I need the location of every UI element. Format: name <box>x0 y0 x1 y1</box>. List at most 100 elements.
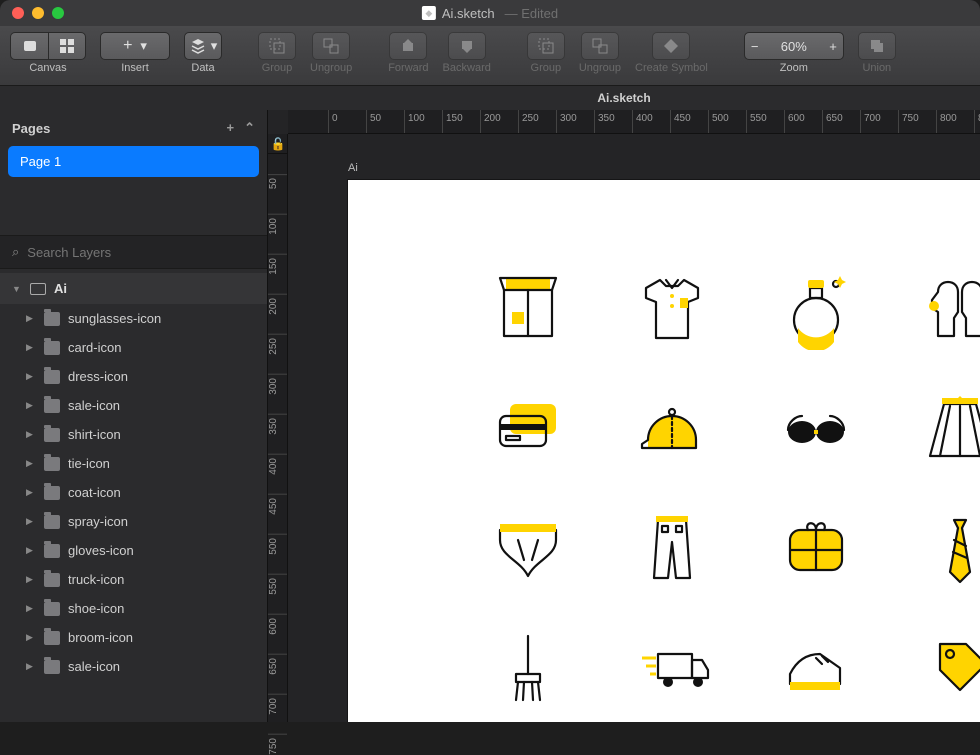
ruler-tick: 450 <box>670 110 691 133</box>
box-icon[interactable] <box>468 270 588 350</box>
disclosure-triangle-icon[interactable]: ▶ <box>26 487 36 498</box>
ungroup-button[interactable] <box>312 32 350 60</box>
ungroup-button-2[interactable] <box>581 32 619 60</box>
layer-item-label: shoe-icon <box>68 601 124 616</box>
layer-item[interactable]: ▶ gloves-icon <box>0 536 267 565</box>
ruler-tick: 200 <box>480 110 501 133</box>
data-button[interactable]: ▾ <box>184 32 222 60</box>
shirt-icon[interactable] <box>612 270 732 350</box>
canvas-view-artboard-button[interactable] <box>10 32 48 60</box>
ruler-vertical: 5010015020025030035040045050055060065070… <box>268 154 288 722</box>
disclosure-triangle-icon[interactable]: ▶ <box>26 632 36 643</box>
layer-item[interactable]: ▶ sale-icon <box>0 652 267 681</box>
layer-item[interactable]: ▶ tie-icon <box>0 449 267 478</box>
folder-icon <box>44 602 60 616</box>
disclosure-triangle-icon[interactable]: ▶ <box>26 516 36 527</box>
ruler-tick: 350 <box>594 110 615 133</box>
tie-icon[interactable] <box>900 510 980 590</box>
ruler-tick: 750 <box>268 734 287 755</box>
folder-icon <box>44 457 60 471</box>
ruler-tick: 0 <box>328 110 338 133</box>
toolbar-label-ungroup-2: Ungroup <box>579 62 621 74</box>
ruler-tick: 400 <box>268 454 287 475</box>
shoe-icon[interactable] <box>756 630 876 710</box>
page-item[interactable]: Page 1 <box>8 146 259 177</box>
underwear-icon[interactable] <box>468 510 588 590</box>
layer-item-label: gloves-icon <box>68 543 134 558</box>
union-button[interactable] <box>858 32 896 60</box>
artboard-label[interactable]: Ai <box>348 162 358 174</box>
page-item-label: Page 1 <box>20 154 61 169</box>
card-icon[interactable] <box>468 390 588 470</box>
layer-item[interactable]: ▶ shirt-icon <box>0 420 267 449</box>
insert-button[interactable]: +▾ <box>100 32 170 60</box>
tag-icon[interactable] <box>900 630 980 710</box>
backward-button[interactable] <box>448 32 486 60</box>
layer-item[interactable]: ▶ spray-icon <box>0 507 267 536</box>
group-button[interactable] <box>258 32 296 60</box>
canvas-view-grid-button[interactable] <box>48 32 86 60</box>
close-window-button[interactable] <box>12 7 24 19</box>
cap-icon[interactable] <box>612 390 732 470</box>
disclosure-triangle-icon[interactable]: ▶ <box>26 313 36 324</box>
create-symbol-button[interactable] <box>652 32 690 60</box>
layer-item[interactable]: ▶ dress-icon <box>0 362 267 391</box>
toolbar-label-zoom: Zoom <box>780 62 808 74</box>
maximize-window-button[interactable] <box>52 7 64 19</box>
layer-item[interactable]: ▶ card-icon <box>0 333 267 362</box>
disclosure-triangle-icon[interactable]: ▶ <box>26 371 36 382</box>
layer-item-label: spray-icon <box>68 514 128 529</box>
skirt-icon[interactable] <box>900 390 980 470</box>
layer-item-label: sale-icon <box>68 659 120 674</box>
disclosure-triangle-icon[interactable]: ▶ <box>26 400 36 411</box>
disclosure-triangle-icon[interactable]: ▶ <box>26 661 36 672</box>
sketch-doc-icon: ◆ <box>422 6 436 20</box>
pants-icon[interactable] <box>612 510 732 590</box>
disclosure-triangle-icon[interactable]: ▶ <box>26 603 36 614</box>
layer-item[interactable]: ▶ broom-icon <box>0 623 267 652</box>
folder-icon <box>44 370 60 384</box>
layer-item[interactable]: ▶ sunglasses-icon <box>0 304 267 333</box>
layer-item-label: dress-icon <box>68 369 128 384</box>
disclosure-triangle-icon[interactable]: ▼ <box>12 284 22 294</box>
disclosure-triangle-icon[interactable]: ▶ <box>26 574 36 585</box>
layer-item[interactable]: ▶ coat-icon <box>0 478 267 507</box>
canvas[interactable]: Ai <box>288 134 980 722</box>
folder-icon <box>44 515 60 529</box>
artboard-ai[interactable] <box>348 180 980 722</box>
zoom-minus-button[interactable]: − <box>751 39 759 54</box>
folder-icon <box>44 631 60 645</box>
ruler-tick: 550 <box>746 110 767 133</box>
disclosure-triangle-icon[interactable]: ▶ <box>26 429 36 440</box>
gloves-icon[interactable] <box>900 270 980 350</box>
minimize-window-button[interactable] <box>32 7 44 19</box>
disclosure-triangle-icon[interactable]: ▶ <box>26 342 36 353</box>
toolbar-label-union: Union <box>862 62 891 74</box>
zoom-control[interactable]: − 60% + <box>744 32 844 60</box>
layer-item[interactable]: ▶ truck-icon <box>0 565 267 594</box>
forward-button[interactable] <box>389 32 427 60</box>
collapse-pages-button[interactable]: ⌃ <box>244 120 255 136</box>
window-edit-status: — Edited <box>505 6 558 21</box>
layer-root-ai[interactable]: ▼ Ai <box>0 273 267 304</box>
group-button-2[interactable] <box>527 32 565 60</box>
layer-item[interactable]: ▶ shoe-icon <box>0 594 267 623</box>
lock-icon[interactable]: 🔓 <box>268 134 288 154</box>
add-page-button[interactable]: + <box>227 120 235 136</box>
ruler-tick: 700 <box>860 110 881 133</box>
perfume-icon[interactable] <box>756 270 876 350</box>
zoom-value: 60% <box>781 39 807 54</box>
layer-item[interactable]: ▶ sale-icon <box>0 391 267 420</box>
sunglasses-icon[interactable] <box>756 390 876 470</box>
broom-icon[interactable] <box>468 630 588 710</box>
truck-icon[interactable] <box>612 630 732 710</box>
zoom-plus-button[interactable]: + <box>829 39 837 54</box>
disclosure-triangle-icon[interactable]: ▶ <box>26 458 36 469</box>
search-layers-input[interactable] <box>27 245 255 260</box>
gift-icon[interactable] <box>756 510 876 590</box>
disclosure-triangle-icon[interactable]: ▶ <box>26 545 36 556</box>
layer-item-label: coat-icon <box>68 485 121 500</box>
pages-header-label: Pages <box>12 121 50 136</box>
ruler-tick: 650 <box>822 110 843 133</box>
layer-item-label: card-icon <box>68 340 121 355</box>
